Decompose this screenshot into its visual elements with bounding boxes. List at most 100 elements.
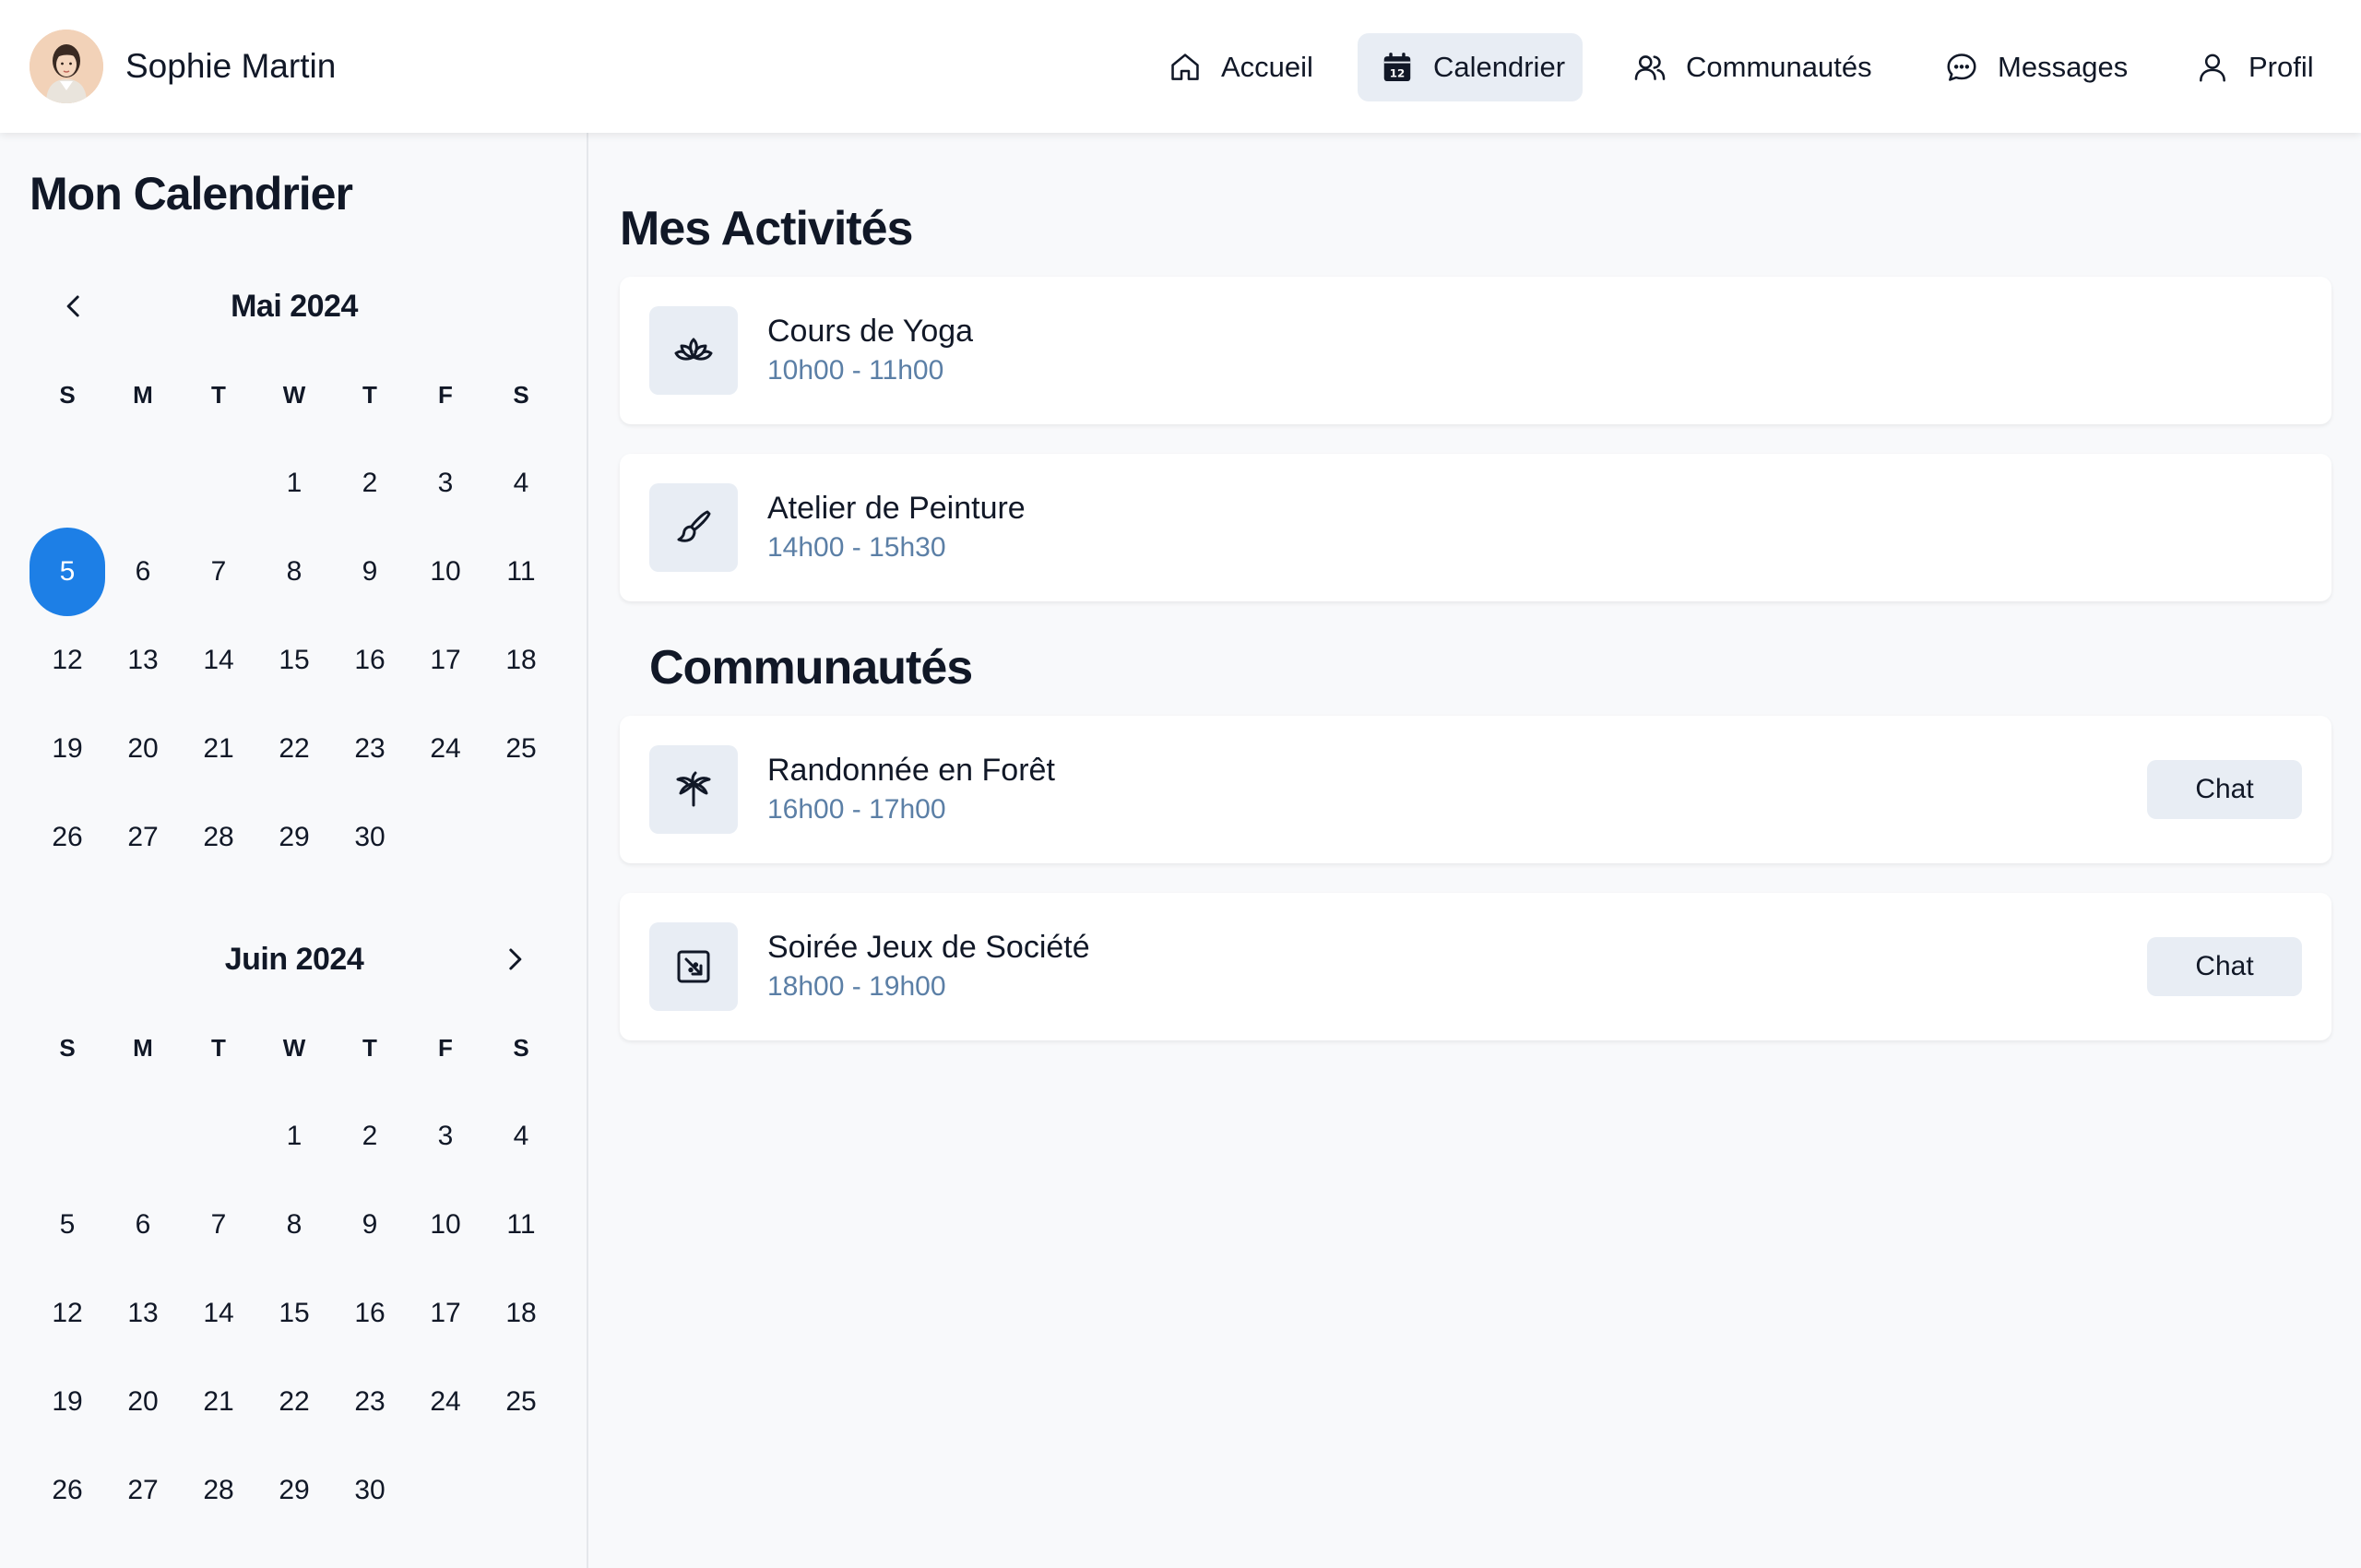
home-icon	[1168, 50, 1203, 85]
day-cell[interactable]: 24	[408, 1358, 483, 1446]
day-cell[interactable]: 3	[408, 439, 483, 528]
day-cell[interactable]: 27	[105, 793, 181, 882]
calendar-sidebar: Mon Calendrier Mai 2024 SMTWTFS123456789…	[0, 133, 588, 1568]
day-cell[interactable]: 29	[256, 1446, 332, 1535]
weekday-label: S	[59, 1033, 76, 1062]
nav-communautes[interactable]: Communautés	[1632, 33, 1881, 101]
day-cell[interactable]: 16	[332, 616, 408, 705]
day-cell[interactable]: 12	[30, 616, 105, 705]
day-number: 27	[127, 1475, 159, 1505]
day-cell[interactable]: 9	[332, 528, 408, 616]
activities-title: Mes Activités	[620, 202, 913, 255]
day-cell[interactable]: 20	[105, 705, 181, 793]
day-number: 26	[52, 822, 83, 852]
day-number: 9	[362, 556, 378, 587]
day-cell[interactable]: 8	[256, 1181, 332, 1269]
day-cell[interactable]: 21	[181, 705, 256, 793]
day-cell[interactable]: 22	[256, 705, 332, 793]
day-cell[interactable]: 5	[30, 1181, 105, 1269]
activity-card[interactable]: Atelier de Peinture 14h00 - 15h30	[620, 454, 2331, 601]
avatar[interactable]	[30, 30, 103, 103]
day-number: 19	[52, 733, 83, 764]
day-cell[interactable]: 10	[408, 528, 483, 616]
day-cell[interactable]: 30	[332, 793, 408, 882]
day-cell[interactable]: 24	[408, 705, 483, 793]
day-cell[interactable]: 12	[30, 1269, 105, 1358]
day-cell[interactable]: 25	[483, 1358, 559, 1446]
day-cell[interactable]: 13	[105, 616, 181, 705]
day-cell[interactable]: 4	[483, 439, 559, 528]
day-cell[interactable]: 28	[181, 793, 256, 882]
day-cell[interactable]: 26	[30, 793, 105, 882]
chat-button[interactable]: Chat	[2147, 937, 2302, 996]
day-cell[interactable]: 22	[256, 1358, 332, 1446]
nav-calendrier[interactable]: 12 Calendrier	[1358, 33, 1583, 101]
day-cell[interactable]: 19	[30, 705, 105, 793]
day-cell[interactable]: 2	[332, 1092, 408, 1181]
community-title: Randonnée en Forêt	[767, 753, 1055, 788]
day-cell[interactable]: 11	[483, 528, 559, 616]
day-cell[interactable]: 3	[408, 1092, 483, 1181]
day-number: 30	[354, 822, 386, 852]
month-header: Mai 2024	[0, 279, 588, 334]
chat-button[interactable]: Chat	[2147, 760, 2302, 819]
nav-messages[interactable]: Messages	[1944, 33, 2129, 101]
day-cell[interactable]: 25	[483, 705, 559, 793]
day-cell[interactable]: 6	[105, 528, 181, 616]
day-cell[interactable]: 11	[483, 1181, 559, 1269]
day-cell[interactable]: 7	[181, 1181, 256, 1269]
activity-card[interactable]: Cours de Yoga 10h00 - 11h00	[620, 277, 2331, 424]
day-cell[interactable]: 20	[105, 1358, 181, 1446]
day-number: 25	[505, 733, 537, 764]
day-cell[interactable]: 30	[332, 1446, 408, 1535]
day-cell[interactable]: 10	[408, 1181, 483, 1269]
weekday-label: W	[282, 1033, 306, 1062]
chevron-right-icon[interactable]	[496, 941, 533, 978]
community-card[interactable]: Soirée Jeux de Société 18h00 - 19h00 Cha…	[620, 893, 2331, 1040]
selected-day[interactable]: 5	[30, 528, 105, 616]
day-cell[interactable]: 4	[483, 1092, 559, 1181]
activity-title: Atelier de Peinture	[767, 491, 1026, 526]
community-card[interactable]: Randonnée en Forêt 16h00 - 17h00 Chat	[620, 716, 2331, 863]
day-cell[interactable]: 15	[256, 1269, 332, 1358]
day-number: 3	[437, 1121, 454, 1151]
day-cell[interactable]: 29	[256, 793, 332, 882]
day-cell[interactable]: 23	[332, 705, 408, 793]
month-header: Juin 2024	[0, 932, 588, 987]
day-cell[interactable]: 18	[483, 616, 559, 705]
day-cell[interactable]: 9	[332, 1181, 408, 1269]
day-cell[interactable]: 18	[483, 1269, 559, 1358]
nav-label: Communautés	[1686, 51, 1872, 83]
day-cell[interactable]: 7	[181, 528, 256, 616]
nav-profil[interactable]: Profil	[2195, 33, 2324, 101]
community-title: Soirée Jeux de Société	[767, 930, 1090, 965]
day-cell[interactable]: 17	[408, 1269, 483, 1358]
day-cell[interactable]: 17	[408, 616, 483, 705]
day-cell[interactable]: 21	[181, 1358, 256, 1446]
weekday-label: S	[59, 380, 76, 409]
day-number: 12	[52, 645, 83, 675]
day-cell[interactable]: 15	[256, 616, 332, 705]
activity-time: 14h00 - 15h30	[767, 532, 946, 563]
day-cell[interactable]: 19	[30, 1358, 105, 1446]
day-cell[interactable]: 16	[332, 1269, 408, 1358]
day-cell[interactable]: 13	[105, 1269, 181, 1358]
activity-time: 10h00 - 11h00	[767, 355, 944, 386]
day-cell[interactable]: 6	[105, 1181, 181, 1269]
weekday-label: F	[438, 1033, 453, 1062]
day-cell[interactable]: 28	[181, 1446, 256, 1535]
day-cell[interactable]: 27	[105, 1446, 181, 1535]
day-number: 19	[52, 1386, 83, 1417]
day-number: 13	[127, 1298, 159, 1328]
day-cell[interactable]: 26	[30, 1446, 105, 1535]
day-cell[interactable]: 14	[181, 1269, 256, 1358]
day-cell[interactable]: 8	[256, 528, 332, 616]
day-cell[interactable]: 1	[256, 439, 332, 528]
weekday-label: T	[362, 1033, 377, 1062]
day-number: 20	[127, 733, 159, 764]
day-cell[interactable]: 1	[256, 1092, 332, 1181]
day-cell[interactable]: 23	[332, 1358, 408, 1446]
day-cell[interactable]: 2	[332, 439, 408, 528]
day-cell[interactable]: 14	[181, 616, 256, 705]
nav-accueil[interactable]: Accueil	[1164, 33, 1313, 101]
